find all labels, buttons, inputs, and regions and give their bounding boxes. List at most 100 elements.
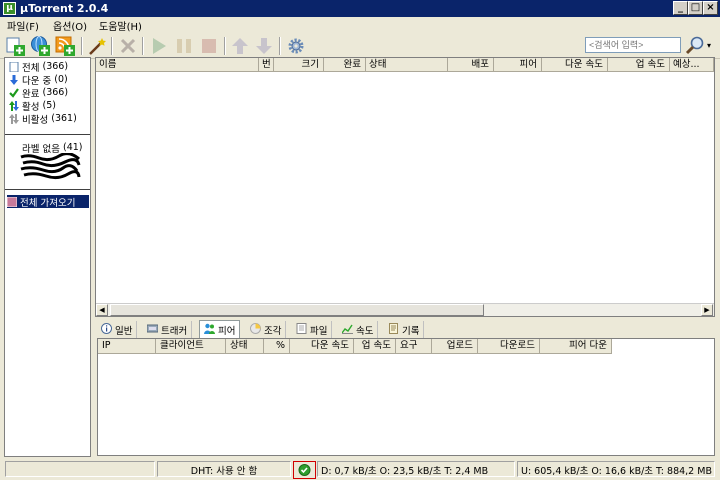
maximize-button[interactable]: □ — [688, 1, 703, 15]
sidebar-item-label: 활성 — [22, 101, 40, 113]
speed-icon — [342, 324, 353, 334]
sidebar-item-all[interactable]: 전체 (366) — [9, 60, 69, 74]
sidebar-divider — [5, 189, 90, 190]
toolbar-separator — [279, 37, 281, 55]
sidebar-item-completed[interactable]: 완료 (366) — [9, 86, 69, 100]
tracker-icon — [147, 324, 158, 333]
add-url-icon[interactable] — [30, 35, 52, 57]
log-icon — [389, 323, 398, 334]
sidebar-item-count: (0) — [54, 74, 68, 85]
preferences-icon[interactable] — [285, 35, 307, 57]
menu-help[interactable]: 도움말(H) — [99, 18, 142, 33]
sidebar-item-inactive[interactable]: 비활성 (361) — [9, 112, 77, 126]
peers-icon — [204, 323, 215, 334]
add-torrent-icon[interactable] — [5, 35, 27, 57]
horizontal-scrollbar[interactable]: ◀ ▶ — [96, 303, 714, 316]
sidebar-item-count: (366) — [42, 87, 69, 98]
sidebar-item-all-feeds[interactable]: 전체 가져오기 — [7, 195, 89, 209]
search-dropdown-icon[interactable]: ▾ — [707, 41, 711, 50]
add-rss-icon[interactable] — [55, 35, 77, 57]
sidebar-item-count: (41) — [63, 142, 83, 153]
tab-label: 조각 — [264, 326, 282, 337]
sidebar-item-count: (361) — [51, 113, 77, 124]
tab-log[interactable]: 기록 — [384, 321, 425, 338]
column-header-up-speed[interactable]: 업 속도 — [608, 58, 670, 72]
utorrent-logo-icon: µ — [3, 2, 16, 15]
move-down-icon[interactable] — [253, 35, 275, 57]
sidebar-item-label: 전체 — [22, 62, 40, 74]
title-bar: µ µTorrent 2.0.4 _ □ × — [0, 0, 720, 17]
torrent-list[interactable]: 이름 번 크기 완료 상태 배포 피어 다운 속도 업 속도 예상... — [95, 57, 715, 317]
status-message — [5, 461, 155, 477]
network-ok-icon[interactable] — [293, 461, 316, 479]
scroll-thumb[interactable] — [110, 304, 484, 316]
tab-label: 피어 — [218, 326, 236, 337]
stop-icon[interactable] — [198, 35, 220, 57]
upload-status[interactable]: U: 605,4 kB/초 O: 16,6 kB/초 T: 884,2 MB — [517, 461, 715, 477]
sidebar-item-count: (5) — [42, 100, 56, 111]
column-header-ip[interactable]: IP — [98, 339, 156, 354]
column-header-number[interactable]: 번 — [259, 58, 274, 72]
window-title: µTorrent 2.0.4 — [20, 2, 109, 15]
tab-general[interactable]: 일반 — [97, 321, 138, 338]
pause-icon[interactable] — [173, 35, 195, 57]
close-button[interactable]: × — [703, 1, 718, 15]
tab-peers[interactable]: 피어 — [199, 320, 241, 339]
column-header-uploaded[interactable]: 업로드 — [432, 339, 478, 354]
sidebar-item-label: 전체 가져오기 — [20, 197, 76, 209]
pieces-icon — [250, 323, 261, 334]
sidebar-item-count: (366) — [42, 61, 69, 72]
tab-label: 파일 — [310, 326, 328, 337]
column-header-peer-up-speed[interactable]: 업 속도 — [354, 339, 396, 354]
sidebar-item-active[interactable]: 활성 (5) — [9, 99, 56, 113]
menu-file[interactable]: 파일(F) — [7, 18, 39, 33]
column-header-flags[interactable]: 상태 — [226, 339, 264, 354]
redacted-labels — [20, 153, 81, 180]
column-header-peer-download[interactable]: 피어 다운 — [540, 339, 612, 354]
tab-label: 트래커 — [161, 326, 188, 337]
toolbar-separator — [81, 37, 83, 55]
download-status[interactable]: D: 0,7 kB/초 O: 23,5 kB/초 T: 2,4 MB — [317, 461, 515, 477]
tab-label: 속도 — [356, 326, 374, 337]
download-arrow-icon — [10, 74, 18, 85]
start-icon[interactable] — [148, 35, 170, 57]
column-header-percent[interactable]: % — [264, 339, 290, 354]
column-header-requests[interactable]: 요구 — [396, 339, 432, 354]
column-header-status[interactable]: 상태 — [366, 58, 448, 72]
column-header-size[interactable]: 크기 — [274, 58, 324, 72]
remove-icon[interactable] — [117, 35, 139, 57]
tab-speed[interactable]: 속도 — [338, 321, 379, 338]
column-header-name[interactable]: 이름 — [96, 58, 259, 72]
column-header-done[interactable]: 완료 — [324, 58, 366, 72]
column-header-peer-down-speed[interactable]: 다운 속도 — [290, 339, 354, 354]
column-header-downloaded[interactable]: 다운로드 — [478, 339, 540, 354]
menu-bar: 파일(F) 옵션(O) 도움말(H) — [0, 17, 720, 33]
dht-status[interactable]: DHT: 사용 안 함 — [157, 461, 291, 477]
tab-pieces[interactable]: 조각 — [246, 321, 287, 338]
tab-files[interactable]: 파일 — [292, 321, 333, 338]
minimize-button[interactable]: _ — [673, 1, 688, 15]
menu-options[interactable]: 옵션(O) — [53, 18, 87, 33]
peer-list[interactable]: IP 클라이언트 상태 % 다운 속도 업 속도 요구 업로드 다운로드 피어 … — [97, 338, 715, 456]
sidebar-item-downloading[interactable]: 다운 중 (0) — [9, 73, 68, 87]
sidebar-item-label: 완료 — [22, 88, 40, 100]
move-up-icon[interactable] — [229, 35, 251, 57]
checkmark-icon — [9, 87, 19, 98]
column-header-client[interactable]: 클라이언트 — [156, 339, 226, 354]
active-arrows-icon — [9, 100, 19, 111]
tab-label: 일반 — [115, 326, 133, 337]
sidebar-item-label: 다운 중 — [22, 75, 52, 87]
scroll-right-icon[interactable]: ▶ — [701, 304, 713, 316]
create-torrent-icon[interactable] — [86, 35, 108, 57]
toolbar-separator — [111, 37, 113, 55]
search-icon[interactable] — [684, 35, 706, 55]
feed-icon — [7, 196, 17, 207]
column-header-eta[interactable]: 예상... — [670, 58, 714, 72]
column-header-seeds[interactable]: 배포 — [448, 58, 494, 72]
scroll-left-icon[interactable]: ◀ — [96, 304, 108, 316]
tab-trackers[interactable]: 트래커 — [143, 321, 193, 338]
column-header-peers[interactable]: 피어 — [494, 58, 542, 72]
files-icon — [296, 323, 307, 334]
search-input[interactable] — [585, 37, 681, 53]
column-header-down-speed[interactable]: 다운 속도 — [542, 58, 608, 72]
